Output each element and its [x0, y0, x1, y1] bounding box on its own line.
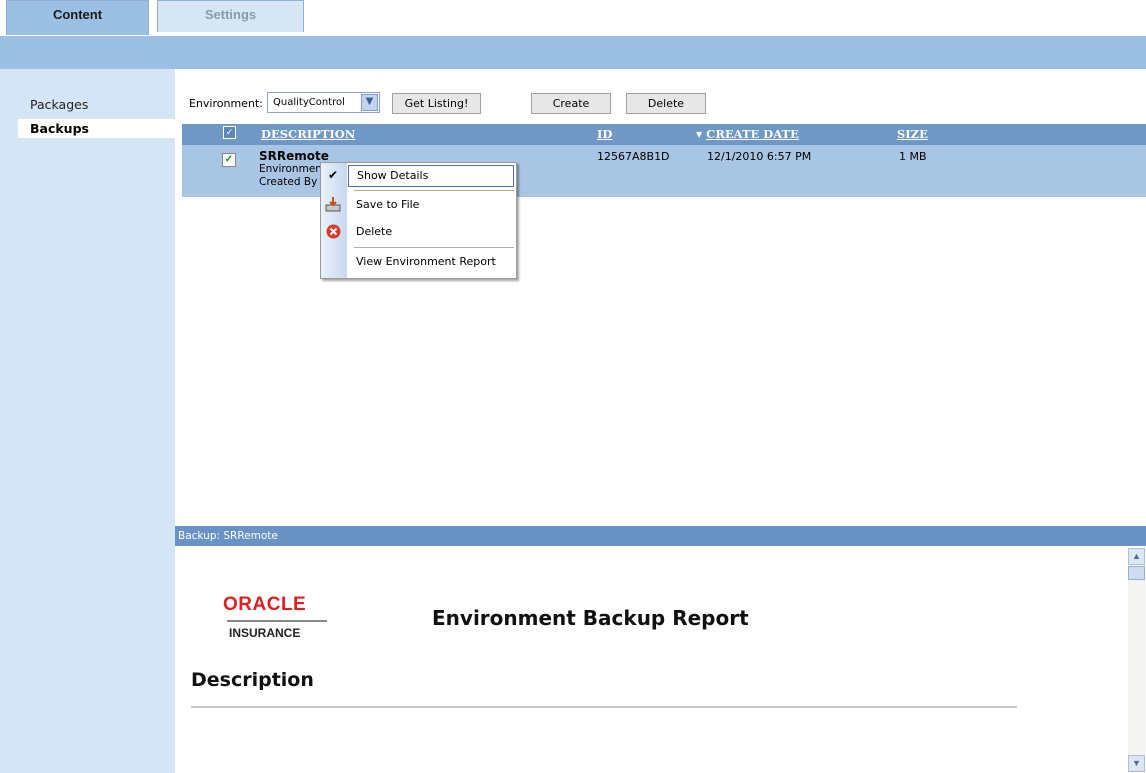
- column-header-id[interactable]: ID: [597, 127, 612, 141]
- menu-item-save-to-file[interactable]: Save to File: [348, 194, 514, 216]
- scrollbar-thumb[interactable]: [1128, 566, 1145, 580]
- row-description-title: SRRemote: [259, 149, 329, 163]
- get-listing-button[interactable]: Get Listing!: [392, 93, 481, 114]
- sidebar-item-backups[interactable]: Backups: [18, 119, 175, 138]
- scroll-down-icon[interactable]: ▼: [1128, 755, 1145, 772]
- environment-select-value: QualityControl: [273, 97, 345, 108]
- environment-select[interactable]: QualityControl ▼: [267, 92, 380, 113]
- sidebar: Packages Backups: [0, 69, 175, 773]
- create-button[interactable]: Create: [531, 93, 611, 114]
- header-band: [0, 36, 1146, 69]
- section-divider: [191, 706, 1017, 708]
- checkmark-icon: ✔: [327, 168, 339, 182]
- oracle-insurance-logo: ORACLE INSURANCE: [223, 594, 333, 640]
- column-header-size[interactable]: SIZE: [897, 127, 928, 141]
- logo-divider: [227, 620, 327, 622]
- menu-item-delete[interactable]: Delete: [348, 221, 514, 243]
- menu-separator: [354, 190, 514, 191]
- tab-bar: Content Settings: [0, 0, 1146, 36]
- environment-label: Environment:: [189, 97, 263, 110]
- row-description-environment: Environment: [259, 163, 327, 175]
- select-all-checkbox[interactable]: ✓: [223, 126, 236, 139]
- section-heading-description: Description: [191, 669, 314, 691]
- menu-item-show-details[interactable]: Show Details: [348, 165, 514, 187]
- report-view: [175, 546, 1146, 773]
- column-header-description[interactable]: DESCRIPTION: [261, 127, 355, 141]
- delete-red-x-icon: [325, 224, 341, 240]
- row-create-date: 12/1/2010 6:57 PM: [707, 150, 812, 163]
- context-menu: ✔ Show Details Save to File Delete View …: [320, 162, 517, 279]
- tab-content[interactable]: Content: [6, 0, 149, 35]
- detail-panel-header: Backup: SRRemote: [175, 526, 1146, 546]
- row-checkbox[interactable]: ✓: [222, 153, 236, 167]
- chevron-down-icon[interactable]: ▼: [361, 94, 378, 111]
- column-header-create-date[interactable]: ▼ CREATE DATE: [696, 127, 799, 141]
- menu-separator: [354, 247, 514, 248]
- report-title: Environment Backup Report: [432, 606, 749, 630]
- logo-insurance-text: INSURANCE: [229, 626, 301, 640]
- logo-oracle-text: ORACLE: [223, 594, 307, 615]
- table-header: DESCRIPTION ID ▼ CREATE DATE SIZE: [182, 124, 1146, 145]
- sidebar-item-packages[interactable]: Packages: [18, 95, 175, 114]
- delete-button[interactable]: Delete: [626, 93, 706, 114]
- row-description-created-by: Created By: [259, 176, 318, 188]
- scroll-up-icon[interactable]: ▲: [1128, 548, 1145, 565]
- tab-settings[interactable]: Settings: [157, 0, 304, 32]
- row-size: 1 MB: [899, 150, 927, 163]
- save-to-file-icon: [325, 196, 341, 212]
- row-id: 12567A8B1D: [597, 150, 670, 163]
- report-scrollbar[interactable]: ▲ ▼: [1128, 548, 1145, 773]
- column-header-create-date-label: CREATE DATE: [706, 127, 799, 141]
- menu-item-view-environment-report[interactable]: View Environment Report: [348, 251, 514, 273]
